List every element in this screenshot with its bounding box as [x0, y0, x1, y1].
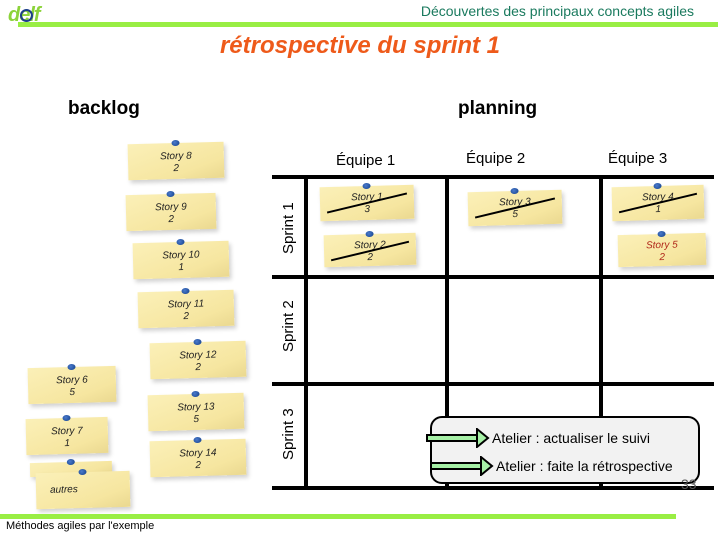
pin-icon — [62, 414, 71, 422]
story-points: 2 — [659, 251, 666, 264]
header-divider — [18, 22, 718, 27]
backlog-story-card[interactable]: Story 10 1 — [132, 238, 230, 280]
pin-icon — [176, 238, 185, 246]
pin-icon — [193, 436, 202, 444]
grid-line — [272, 486, 714, 490]
pin-icon — [657, 230, 666, 238]
backlog-story-card[interactable]: Story 11 2 — [137, 287, 235, 329]
planning-story-card[interactable]: Story 22 — [323, 230, 417, 268]
planning-story-card[interactable]: Story 35 — [467, 187, 563, 227]
footer-divider — [0, 514, 676, 519]
story-points: 2 — [195, 459, 202, 472]
pin-icon — [365, 230, 374, 238]
header-subtitle: Découvertes des principaux concepts agil… — [420, 3, 694, 19]
backlog-story-card[interactable]: Story 12 2 — [149, 338, 247, 380]
sprint-label: Sprint 3 — [280, 408, 297, 460]
sprint-label: Sprint 2 — [280, 300, 297, 352]
grid-line — [272, 275, 714, 279]
pin-icon — [166, 190, 175, 198]
planning-story-card[interactable]: Story 52 — [617, 230, 707, 268]
backlog-story-card[interactable]: Story 82 — [127, 139, 225, 181]
story-points: 1 — [178, 261, 185, 274]
pin-icon — [78, 468, 87, 476]
story-points: 2 — [195, 361, 202, 374]
backlog-others-card[interactable]: autres — [35, 468, 131, 510]
pin-icon — [181, 287, 190, 295]
team-header: Équipe 2 — [466, 150, 526, 167]
pin-icon — [510, 187, 519, 195]
right-arrow-icon — [426, 428, 490, 448]
grid-line — [272, 382, 714, 386]
story-points: 5 — [193, 413, 200, 426]
callout-item: Atelier : faite la rétrospective — [430, 456, 673, 476]
pin-icon — [171, 139, 180, 147]
backlog-story-card[interactable]: Story 65 — [27, 363, 117, 405]
pin-icon — [191, 390, 200, 398]
planning-story-card[interactable]: Story 41 — [611, 182, 705, 222]
workshop-callout: Atelier : actualiser le suivi Atelier : … — [426, 416, 700, 484]
slide-title: rétrospective du sprint 1 — [219, 32, 501, 59]
backlog-heading: backlog — [68, 98, 140, 119]
story-points: 1 — [64, 437, 71, 450]
grid-line — [304, 176, 308, 490]
story-points: 2 — [183, 310, 190, 323]
sprint-label: Sprint 1 — [280, 202, 297, 254]
backlog-story-card[interactable]: Story 14 2 — [149, 436, 247, 478]
pin-icon — [362, 182, 371, 190]
backlog-story-card[interactable]: Story 92 — [125, 190, 217, 232]
planning-story-card[interactable]: Story 13 — [319, 182, 415, 222]
story-points: 2 — [168, 213, 175, 226]
pin-icon — [193, 338, 202, 346]
others-label: autres — [49, 484, 78, 496]
logo-ring-icon — [20, 9, 33, 22]
page-number: 33 — [681, 476, 697, 492]
pin-icon — [66, 458, 75, 466]
pin-icon — [653, 182, 662, 190]
team-header: Équipe 3 — [608, 150, 668, 167]
callout-text: Atelier : faite la rétrospective — [496, 458, 673, 474]
callout-item: Atelier : actualiser le suivi — [426, 428, 650, 448]
story-points: 2 — [173, 162, 180, 175]
right-arrow-icon — [430, 456, 494, 476]
backlog-story-card[interactable]: Story 13 5 — [147, 390, 245, 432]
backlog-story-card[interactable]: Story 71 — [25, 414, 109, 456]
story-points: 5 — [69, 386, 76, 399]
callout-text: Atelier : actualiser le suivi — [492, 430, 650, 446]
team-header: Équipe 1 — [336, 152, 396, 169]
pin-icon — [67, 363, 76, 371]
footer-text: Méthodes agiles par l'exemple — [6, 520, 155, 532]
grid-line — [272, 175, 714, 179]
planning-heading: planning — [458, 98, 538, 119]
